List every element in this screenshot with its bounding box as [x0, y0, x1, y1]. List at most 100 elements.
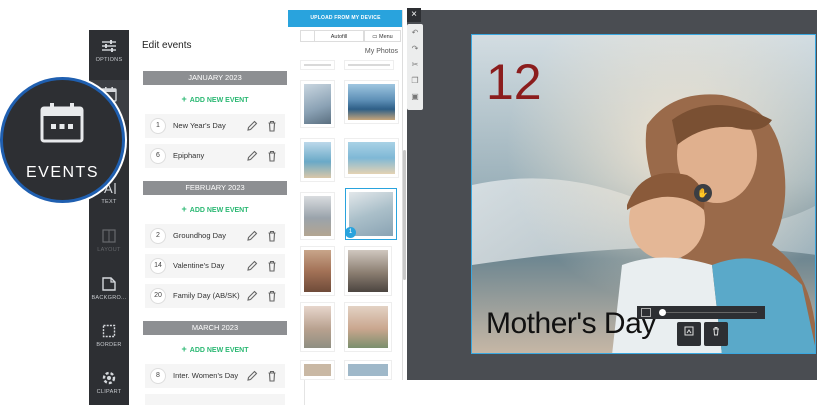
photos-scrollbar[interactable]	[403, 150, 406, 280]
photo-thumbnail[interactable]	[300, 246, 335, 296]
add-event-label: ADD NEW EVENT	[189, 97, 249, 104]
event-name: Valentine's Day	[173, 261, 225, 270]
photo-thumbnail[interactable]	[344, 302, 392, 352]
photo-thumbnail[interactable]	[344, 80, 399, 124]
replace-photo-button[interactable]	[677, 322, 701, 346]
event-day: 6	[150, 148, 166, 164]
page-day-number[interactable]: 12	[486, 53, 542, 111]
upload-button[interactable]: UPLOAD FROM MY DEVICE	[288, 10, 402, 27]
events-zoom-label: EVENTS	[25, 164, 99, 181]
tool-background[interactable]: BACKGRO...	[89, 276, 129, 301]
add-event-button[interactable]: + ADD NEW EVENT	[145, 200, 285, 218]
event-name: Groundhog Day	[173, 231, 226, 240]
menu-button[interactable]: ▭ Menu	[364, 30, 401, 42]
event-row[interactable]: 14 Valentine's Day	[145, 254, 285, 278]
event-day: 1	[150, 118, 166, 134]
events-panel: Edit events JANUARY 2023 + ADD NEW EVENT …	[130, 30, 305, 405]
events-zoom-badge: EVENTS	[0, 77, 125, 203]
copy-icon[interactable]: ❐	[410, 76, 420, 86]
slider-knob[interactable]	[659, 309, 666, 316]
layout-icon	[102, 229, 116, 243]
photo-thumbnail[interactable]	[344, 60, 394, 70]
photo-thumbnail[interactable]	[344, 138, 399, 178]
event-day: 8	[150, 368, 166, 384]
tool-clipart-label: CLIPART	[96, 389, 122, 395]
segment-left[interactable]	[300, 30, 315, 42]
event-row[interactable]	[145, 394, 285, 405]
tool-border[interactable]: BORDER	[89, 323, 129, 348]
add-event-button[interactable]: + ADD NEW EVENT	[145, 340, 285, 358]
autofill-button[interactable]: Autofill	[314, 30, 364, 42]
photo-thumbnail[interactable]	[300, 60, 335, 70]
undo-icon[interactable]: ↶	[410, 28, 420, 38]
sliders-icon	[102, 40, 116, 52]
photo-thumbnail[interactable]	[300, 138, 335, 182]
photo-thumbnail[interactable]	[300, 302, 335, 352]
trash-icon	[713, 327, 719, 336]
pencil-icon[interactable]	[245, 149, 259, 163]
tool-text-label: TEXT	[101, 199, 117, 205]
trash-icon[interactable]	[265, 229, 279, 243]
calendar-icon	[40, 103, 84, 143]
event-name: New Year's Day	[173, 121, 226, 130]
event-name: Inter. Women's Day	[173, 371, 239, 380]
pencil-icon[interactable]	[245, 289, 259, 303]
photo-thumbnail[interactable]	[300, 192, 335, 240]
photos-panel: UPLOAD FROM MY DEVICE Autofill ▭ Menu My…	[288, 10, 403, 380]
add-event-label: ADD NEW EVENT	[189, 207, 249, 214]
trash-icon[interactable]	[265, 149, 279, 163]
photo-zoom-slider[interactable]	[637, 306, 765, 319]
photo-thumbnail[interactable]	[300, 80, 335, 128]
close-panel-button[interactable]: ×	[407, 8, 421, 22]
paste-icon[interactable]: ▣	[410, 92, 420, 102]
add-event-label: ADD NEW EVENT	[189, 347, 249, 354]
photo-thumbnail[interactable]	[300, 360, 335, 380]
pencil-icon[interactable]	[245, 369, 259, 383]
border-icon	[102, 324, 116, 338]
add-event-button[interactable]: + ADD NEW EVENT	[145, 90, 285, 108]
plus-icon: +	[181, 94, 187, 104]
event-day: 14	[150, 258, 166, 274]
event-row[interactable]: 8 Inter. Women's Day	[145, 364, 285, 388]
photo-thumbnail[interactable]	[344, 246, 392, 296]
event-day: 20	[150, 288, 166, 304]
delete-photo-button[interactable]	[704, 322, 728, 346]
tool-layout[interactable]: LAYOUT	[89, 228, 129, 253]
event-row[interactable]: 20 Family Day (AB/SK)	[145, 284, 285, 308]
month-header: JANUARY 2023	[143, 71, 287, 85]
page-caption[interactable]: Mother's Day	[486, 307, 656, 341]
pencil-icon[interactable]	[245, 119, 259, 133]
events-panel-title: Edit events	[142, 40, 192, 51]
tool-clipart[interactable]: CLIPART	[89, 370, 129, 395]
trash-icon[interactable]	[265, 289, 279, 303]
tool-options-label: OPTIONS	[95, 57, 123, 63]
tool-options[interactable]: OPTIONS	[89, 38, 129, 63]
menu-label: Menu	[378, 34, 393, 40]
drag-hand-icon[interactable]: ✋	[694, 184, 712, 202]
edit-tools: ↶ ↷ ✂ ❐ ▣	[407, 24, 423, 110]
folder-icon: ▭	[372, 34, 379, 40]
trash-icon[interactable]	[265, 119, 279, 133]
month-header: FEBRUARY 2023	[143, 181, 287, 195]
trash-icon[interactable]	[265, 369, 279, 383]
slider-track	[659, 312, 757, 313]
plus-icon: +	[181, 204, 187, 214]
background-icon	[102, 277, 116, 291]
event-day: 2	[150, 228, 166, 244]
pencil-icon[interactable]	[245, 259, 259, 273]
image-icon	[641, 308, 651, 317]
event-row[interactable]: 1 New Year's Day	[145, 114, 285, 138]
tool-background-label: BACKGRO...	[91, 295, 127, 301]
event-name: Family Day (AB/SK)	[173, 291, 240, 300]
redo-icon[interactable]: ↷	[410, 44, 420, 54]
event-row[interactable]: 6 Epiphany	[145, 144, 285, 168]
cut-icon[interactable]: ✂	[410, 60, 420, 70]
event-name: Epiphany	[173, 151, 205, 160]
pencil-icon[interactable]	[245, 229, 259, 243]
selected-count-badge: 1	[345, 227, 356, 238]
plus-icon: +	[181, 344, 187, 354]
photo-thumbnail[interactable]	[344, 360, 392, 380]
replace-icon	[684, 326, 694, 336]
event-row[interactable]: 2 Groundhog Day	[145, 224, 285, 248]
trash-icon[interactable]	[265, 259, 279, 273]
